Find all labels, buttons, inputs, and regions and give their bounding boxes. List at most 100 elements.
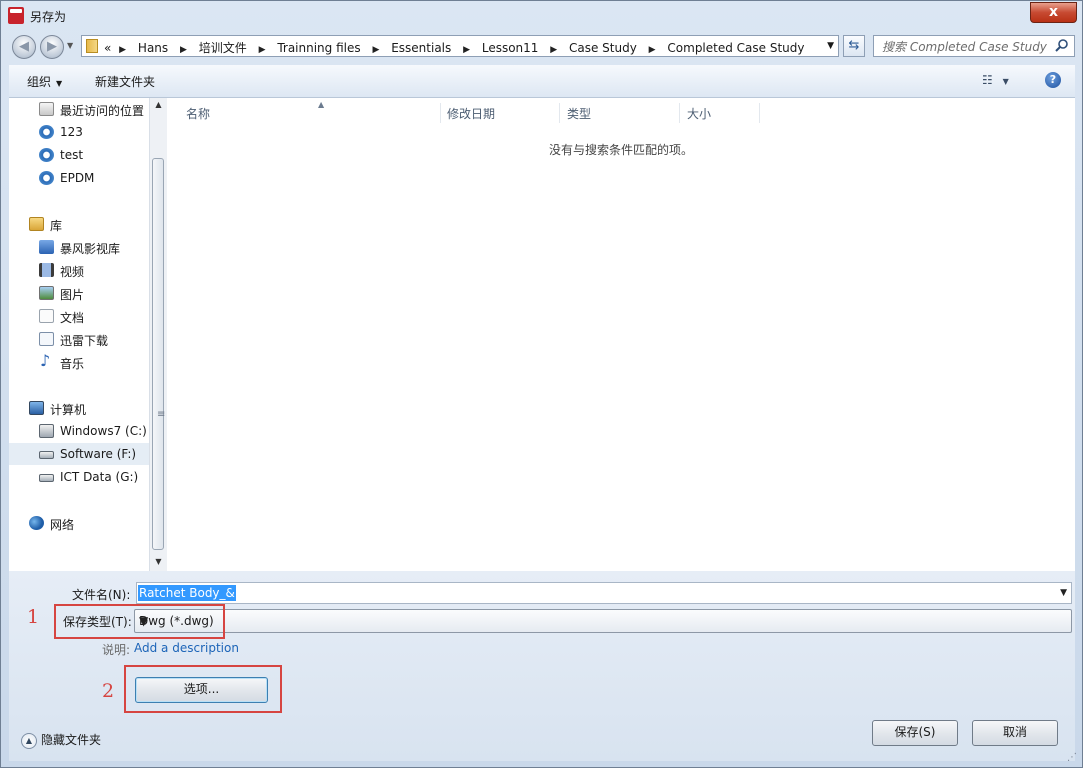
command-bar: 组织 ▼ 新建文件夹 ☷ ▼ ? bbox=[9, 65, 1075, 98]
documents-icon bbox=[39, 309, 54, 323]
search-input[interactable] bbox=[880, 38, 1054, 56]
refresh-icon: ⇆ bbox=[848, 38, 860, 53]
network-icon bbox=[29, 516, 44, 530]
music-icon bbox=[39, 351, 54, 370]
nav-item-123[interactable]: 123 bbox=[9, 121, 149, 143]
sort-ascending-icon: ▲ bbox=[318, 100, 325, 109]
column-header-label: 大小 bbox=[687, 107, 712, 121]
add-description-link[interactable]: Add a description bbox=[134, 641, 239, 655]
nav-item-drive-f[interactable]: Software (F:) bbox=[9, 443, 149, 465]
scrollbar-thumb[interactable]: ≡ bbox=[152, 158, 165, 550]
hide-folders-label: 隐藏文件夹 bbox=[41, 733, 102, 747]
nav-item-label: 库 bbox=[50, 219, 63, 233]
breadcrumb-item[interactable]: 培训文件 bbox=[199, 39, 247, 56]
breadcrumb-item[interactable]: Lesson11 bbox=[482, 41, 539, 55]
nav-item-epdm[interactable]: EPDM bbox=[9, 167, 149, 189]
nav-item-network[interactable]: 网络 bbox=[9, 512, 149, 534]
nav-item-drive-g[interactable]: ICT Data (G:) bbox=[9, 466, 149, 488]
window-title: 另存为 bbox=[30, 10, 67, 24]
video-icon bbox=[39, 263, 54, 277]
chevron-right-icon[interactable]: ▶ bbox=[649, 45, 656, 55]
arrow-right-icon: ▶ bbox=[47, 39, 57, 54]
recent-places-icon bbox=[39, 102, 54, 116]
hide-folders-toggle[interactable]: ▲ 隐藏文件夹 bbox=[21, 731, 101, 749]
filename-value[interactable]: Ratchet Body_& bbox=[138, 585, 236, 601]
ie-icon bbox=[39, 148, 54, 162]
column-header-name[interactable]: 名称 ▲ bbox=[180, 100, 441, 123]
autocad-app-icon bbox=[8, 7, 24, 24]
navigation-scrollbar[interactable]: ▲ ≡ ▼ bbox=[149, 98, 167, 571]
breadcrumb-item[interactable]: Essentials bbox=[391, 41, 451, 55]
search-box[interactable] bbox=[873, 35, 1075, 57]
view-list-icon: ☷ bbox=[982, 73, 993, 87]
column-header-label: 修改日期 bbox=[447, 107, 496, 121]
annotation-number-1: 1 bbox=[27, 606, 40, 628]
chevron-right-icon[interactable]: ▶ bbox=[119, 45, 126, 55]
nav-item-label: 暴风影视库 bbox=[60, 242, 121, 256]
nav-item-recent-places[interactable]: 最近访问的位置 bbox=[9, 98, 149, 120]
navigation-pane: 最近访问的位置 123 test EPDM 库 暴风影视库 视频 图片 文档 迅… bbox=[9, 98, 168, 571]
resize-grip-icon[interactable]: ⋰ bbox=[1067, 752, 1077, 763]
file-list[interactable]: 名称 ▲ 修改日期 类型 大小 没有与搜索条件匹配的项。 bbox=[167, 98, 1075, 571]
address-dropdown-icon[interactable]: ▼ bbox=[827, 41, 834, 51]
annotation-box-filetype bbox=[54, 604, 225, 639]
filename-field[interactable]: Ratchet Body_& ▼ bbox=[136, 582, 1072, 604]
scroll-up-icon[interactable]: ▲ bbox=[150, 100, 167, 109]
new-folder-button[interactable]: 新建文件夹 bbox=[95, 73, 155, 90]
column-header-label: 名称 bbox=[186, 107, 211, 121]
address-bar[interactable]: « ▶ Hans ▶ 培训文件 ▶ Trainning files ▶ Esse… bbox=[81, 35, 839, 57]
nav-item-test[interactable]: test bbox=[9, 144, 149, 166]
view-options-button[interactable]: ☷ ▼ bbox=[982, 73, 1009, 87]
column-header-size[interactable]: 大小 bbox=[681, 103, 760, 123]
nav-item-computer[interactable]: 计算机 bbox=[9, 397, 149, 419]
save-as-dialog: 另存为 x ◀ ▶ ▼ « ▶ Hans ▶ 培训文件 ▶ Trainning … bbox=[0, 0, 1083, 768]
nav-item-media-library[interactable]: 暴风影视库 bbox=[9, 236, 149, 258]
breadcrumb-item[interactable]: Completed Case Study bbox=[667, 41, 804, 55]
nav-item-libraries[interactable]: 库 bbox=[9, 213, 149, 235]
breadcrumb-overflow[interactable]: « bbox=[104, 41, 111, 55]
organize-button[interactable]: 组织 ▼ bbox=[27, 73, 62, 90]
nav-item-pictures[interactable]: 图片 bbox=[9, 282, 149, 304]
arrow-left-icon: ◀ bbox=[19, 39, 29, 54]
breadcrumb-item[interactable]: Hans bbox=[138, 41, 168, 55]
nav-item-label: Software (F:) bbox=[60, 447, 137, 461]
scroll-down-icon[interactable]: ▼ bbox=[150, 557, 167, 566]
nav-item-label: EPDM bbox=[60, 171, 95, 185]
recent-locations-dropdown[interactable]: ▼ bbox=[67, 41, 73, 50]
nav-item-thunder-downloads[interactable]: 迅雷下载 bbox=[9, 328, 149, 350]
system-drive-icon bbox=[39, 424, 54, 438]
close-button[interactable]: x bbox=[1030, 2, 1077, 23]
chevron-right-icon[interactable]: ▶ bbox=[180, 45, 187, 55]
filetype-select[interactable]: Dwg (*.dwg) ▼ bbox=[134, 609, 1072, 633]
chevron-down-icon[interactable]: ▼ bbox=[1060, 588, 1067, 598]
breadcrumb-item[interactable]: Case Study bbox=[569, 41, 637, 55]
chevron-right-icon[interactable]: ▶ bbox=[550, 45, 557, 55]
breadcrumb-item[interactable]: Trainning files bbox=[277, 41, 360, 55]
forward-button[interactable]: ▶ bbox=[40, 35, 64, 59]
chevron-right-icon[interactable]: ▶ bbox=[259, 45, 266, 55]
column-header-date[interactable]: 修改日期 bbox=[441, 103, 560, 123]
nav-item-music[interactable]: 音乐 bbox=[9, 351, 149, 373]
drive-icon bbox=[39, 451, 54, 459]
nav-item-label: Windows7 (C:) bbox=[60, 424, 147, 438]
nav-item-documents[interactable]: 文档 bbox=[9, 305, 149, 327]
cancel-button[interactable]: 取消 bbox=[972, 720, 1058, 746]
search-icon[interactable] bbox=[1054, 38, 1070, 54]
chevron-down-icon: ▼ bbox=[1002, 77, 1009, 86]
help-icon[interactable]: ? bbox=[1045, 72, 1061, 88]
nav-item-drive-c[interactable]: Windows7 (C:) bbox=[9, 420, 149, 442]
nav-item-label: 文档 bbox=[60, 311, 85, 325]
annotation-box-options bbox=[124, 665, 282, 713]
nav-item-label: test bbox=[60, 148, 84, 162]
media-library-icon bbox=[39, 240, 54, 254]
organize-label: 组织 bbox=[27, 75, 52, 89]
chevron-down-icon: ▼ bbox=[56, 79, 63, 88]
nav-item-videos[interactable]: 视频 bbox=[9, 259, 149, 281]
chevron-right-icon[interactable]: ▶ bbox=[372, 45, 379, 55]
nav-item-label: 音乐 bbox=[60, 357, 85, 371]
back-button[interactable]: ◀ bbox=[12, 35, 36, 59]
column-header-type[interactable]: 类型 bbox=[561, 103, 680, 123]
save-button[interactable]: 保存(S) bbox=[872, 720, 958, 746]
refresh-button[interactable]: ⇆ bbox=[843, 35, 865, 57]
chevron-right-icon[interactable]: ▶ bbox=[463, 45, 470, 55]
